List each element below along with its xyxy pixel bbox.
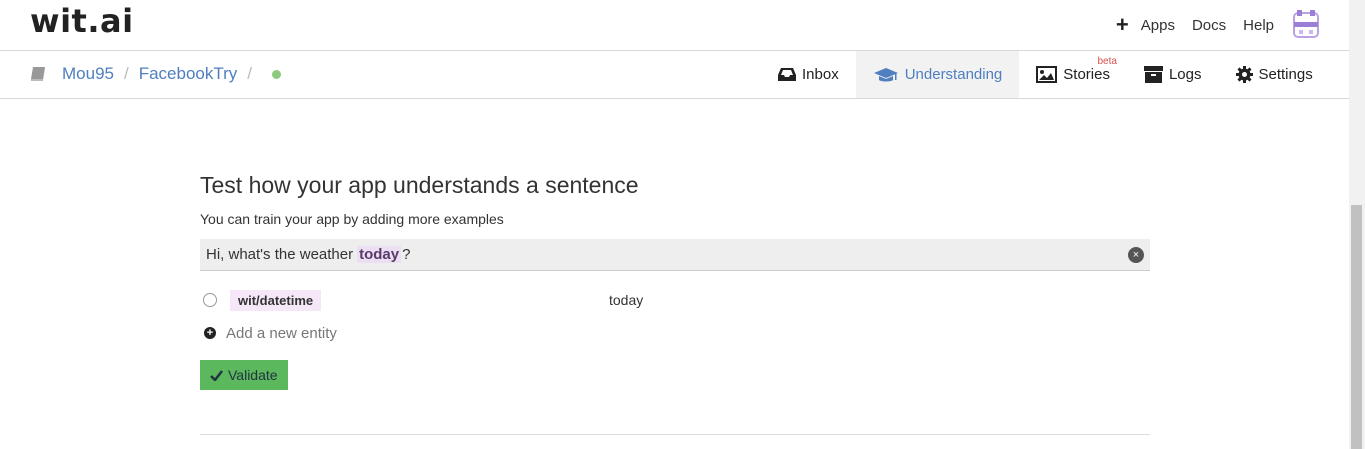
entity-radio[interactable]: [203, 293, 217, 307]
entity-row: wit/datetime today: [200, 282, 1150, 318]
avatar[interactable]: [1291, 10, 1321, 40]
add-entity-button[interactable]: + Add a new entity: [200, 322, 1150, 344]
breadcrumb-separator: /: [123, 64, 129, 83]
tab-inbox[interactable]: Inbox: [761, 51, 856, 98]
check-icon: [210, 369, 223, 381]
highlighted-entity-text[interactable]: today: [357, 246, 402, 263]
beta-badge: beta: [1097, 56, 1117, 67]
tab-stories[interactable]: Stories beta: [1019, 51, 1127, 98]
tab-settings[interactable]: Settings: [1219, 51, 1330, 98]
page-subtitle: You can train your app by adding more ex…: [200, 211, 504, 227]
gear-icon: [1235, 66, 1253, 83]
scrollbar[interactable]: [1349, 0, 1365, 449]
graduation-cap-icon: [873, 67, 898, 81]
tab-logs[interactable]: Logs: [1127, 51, 1219, 98]
add-app-icon[interactable]: +: [1116, 14, 1129, 36]
scrollbar-thumb[interactable]: [1351, 205, 1362, 449]
tab-understanding[interactable]: Understanding: [855, 51, 1020, 98]
tab-label: Logs: [1168, 66, 1202, 83]
book-icon: [31, 67, 45, 81]
breadcrumb-separator: /: [247, 64, 253, 83]
tab-label: Inbox: [802, 66, 839, 83]
archive-icon: [1143, 66, 1163, 83]
add-entity-label: Add a new entity: [226, 324, 337, 342]
top-nav: + Apps Docs Help: [1116, 10, 1321, 40]
understanding-panel: Test how your app understands a sentence…: [200, 172, 1150, 390]
app-tabs: Inbox Understanding Stories beta Logs Se…: [761, 51, 1330, 98]
wit-ai-logo[interactable]: wit.ai: [30, 2, 134, 40]
validate-button[interactable]: Validate: [200, 360, 288, 390]
plus-circle-icon: +: [204, 327, 216, 339]
entity-name-pill[interactable]: wit/datetime: [230, 290, 322, 311]
help-link[interactable]: Help: [1243, 17, 1274, 34]
breadcrumb: Mou95 / FacebookTry /: [30, 64, 282, 84]
page-title: Test how your app understands a sentence: [200, 172, 639, 198]
sentence-text: Hi, what's the weather: [206, 246, 354, 263]
tab-label: Settings: [1258, 66, 1313, 83]
sentence-input[interactable]: Hi, what's the weather today ? ×: [200, 239, 1150, 271]
validate-label: Validate: [228, 367, 278, 383]
apps-link[interactable]: Apps: [1141, 17, 1175, 34]
sentence-text-end: ?: [402, 246, 411, 263]
divider: [200, 434, 1150, 435]
inbox-icon: [778, 68, 796, 81]
image-icon: [1036, 66, 1058, 83]
tab-label: Stories: [1063, 66, 1110, 83]
entity-value[interactable]: today: [609, 292, 643, 308]
status-dot: [272, 69, 282, 79]
app-bar: Mou95 / FacebookTry / Inbox Understandin…: [0, 51, 1349, 99]
top-bar: wit.ai + Apps Docs Help: [0, 0, 1349, 51]
clear-icon[interactable]: ×: [1128, 247, 1144, 263]
breadcrumb-user[interactable]: Mou95: [62, 64, 114, 84]
breadcrumb-app[interactable]: FacebookTry: [139, 64, 238, 84]
docs-link[interactable]: Docs: [1192, 17, 1226, 34]
tab-label: Understanding: [904, 66, 1003, 83]
